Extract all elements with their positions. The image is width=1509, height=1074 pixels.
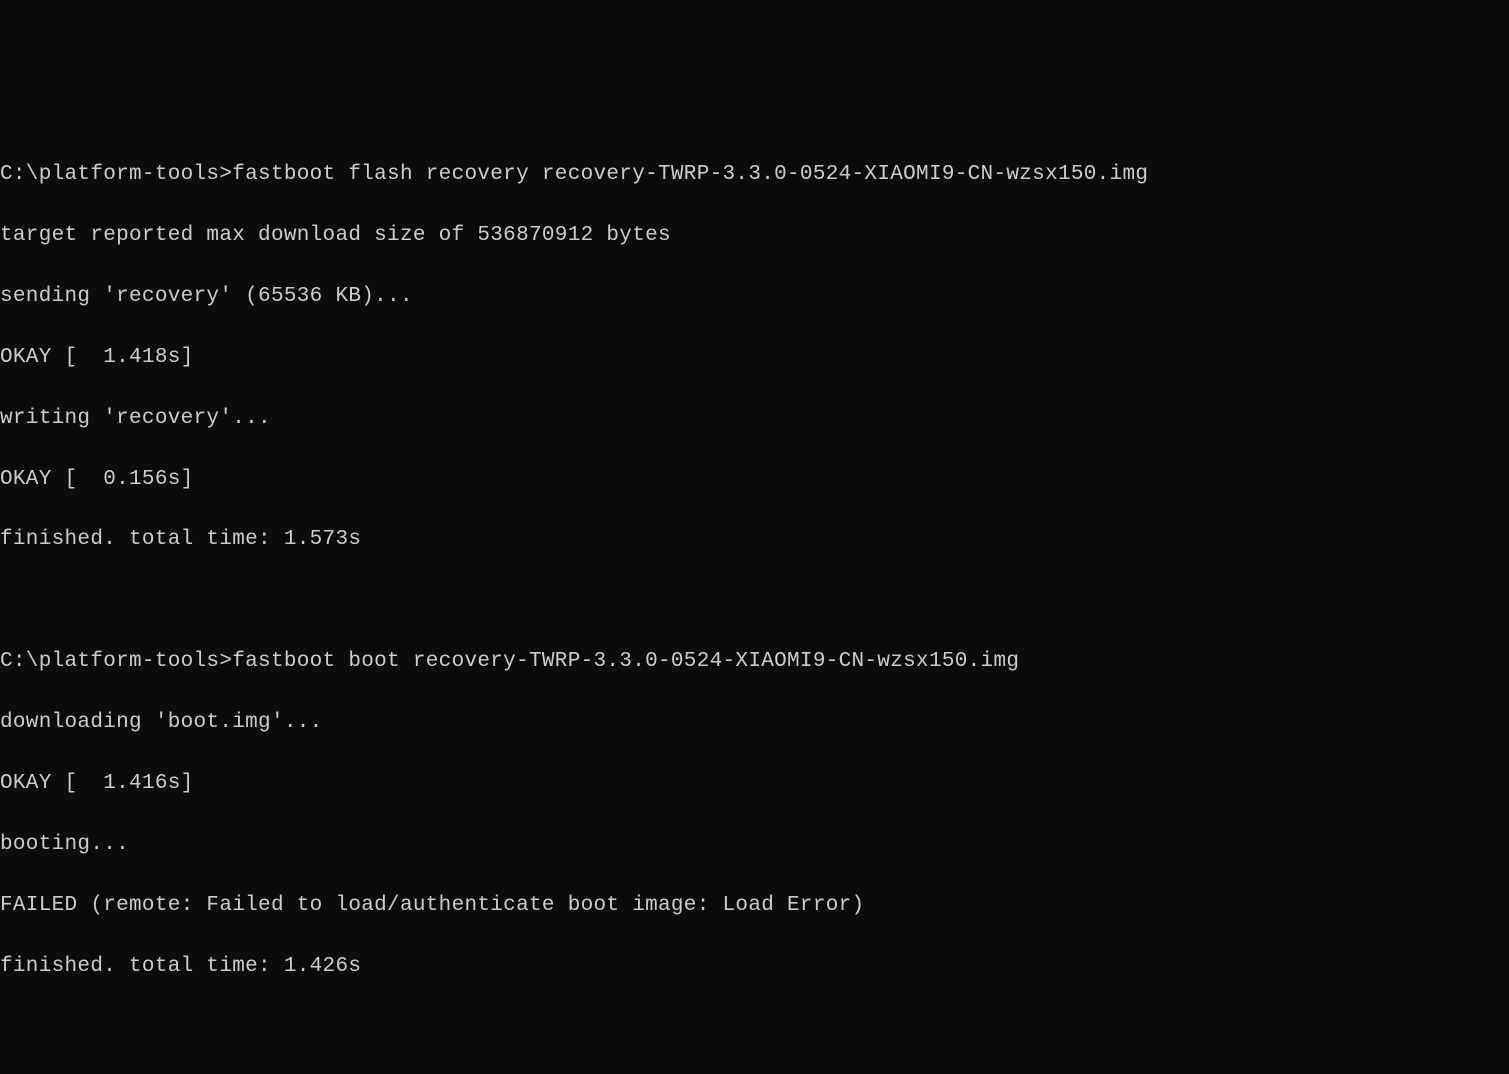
terminal-line-okay-download: OKAY [ 1.416s] — [0, 769, 1509, 799]
terminal-line-writing: writing 'recovery'... — [0, 404, 1509, 434]
terminal-line-prompt-flash: C:\platform-tools>fastboot flash recover… — [0, 160, 1509, 190]
terminal-line-blank — [0, 586, 1509, 616]
terminal-line-downloading: downloading 'boot.img'... — [0, 708, 1509, 738]
terminal-line-finished-flash: finished. total time: 1.573s — [0, 525, 1509, 555]
terminal-line-sending: sending 'recovery' (65536 KB)... — [0, 282, 1509, 312]
terminal-line-prompt-boot: C:\platform-tools>fastboot boot recovery… — [0, 647, 1509, 677]
terminal-line-okay-write: OKAY [ 0.156s] — [0, 465, 1509, 495]
terminal-line-prompt-cursor: C:\platform-tools> — [0, 1073, 1509, 1074]
terminal-line-target-size: target reported max download size of 536… — [0, 221, 1509, 251]
terminal-line-finished-boot: finished. total time: 1.426s — [0, 952, 1509, 982]
terminal-line-blank — [0, 1012, 1509, 1042]
terminal-line-booting: booting... — [0, 830, 1509, 860]
terminal-line-failed: FAILED (remote: Failed to load/authentic… — [0, 891, 1509, 921]
terminal-output[interactable]: C:\platform-tools>fastboot flash recover… — [0, 130, 1509, 1074]
terminal-line-okay-send: OKAY [ 1.418s] — [0, 343, 1509, 373]
